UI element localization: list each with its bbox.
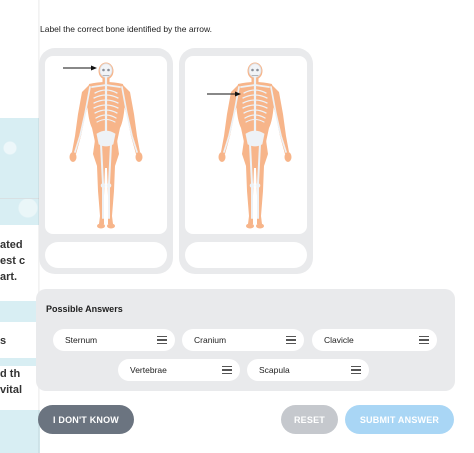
background-text: est c: [0, 255, 26, 267]
question-modal: Label the correct bone identified by the…: [36, 0, 474, 453]
background-card: ated est c art.: [0, 225, 40, 301]
answer-chip-label: Clavicle: [324, 335, 354, 345]
answer-chip-clavicle[interactable]: Clavicle: [312, 329, 437, 351]
answer-chip-label: Scapula: [259, 365, 290, 375]
arrow-indicator: [63, 65, 97, 71]
background-text: s: [0, 335, 7, 347]
answer-chip-label: Sternum: [65, 335, 98, 345]
arrow-indicator: [207, 91, 241, 97]
answer-drop-slot-1[interactable]: [45, 242, 167, 268]
answer-chip-sternum[interactable]: Sternum: [53, 329, 175, 351]
skeleton-card-1: [39, 48, 173, 274]
background-text: d th: [0, 368, 21, 380]
drag-handle-icon: [419, 336, 429, 344]
drag-handle-icon: [157, 336, 167, 344]
possible-answers-panel: Possible Answers Sternum Cranium Clavicl…: [36, 289, 455, 391]
background-text: vital: [0, 384, 23, 396]
skeleton-figure: [218, 62, 292, 229]
background-text: ated: [0, 239, 23, 251]
background-divider: [0, 198, 40, 199]
drag-handle-icon: [286, 336, 296, 344]
skeleton-figure: [69, 62, 143, 229]
answer-chip-label: Cranium: [194, 335, 227, 345]
answer-chip-label: Vertebrae: [130, 365, 167, 375]
reset-button[interactable]: RESET: [281, 405, 338, 434]
background-card: d th vital: [0, 366, 40, 410]
possible-answers-title: Possible Answers: [46, 304, 123, 314]
skeleton-illustration: [207, 62, 292, 229]
drag-handle-icon: [222, 366, 232, 374]
answer-chip-vertebrae[interactable]: Vertebrae: [118, 359, 240, 381]
drag-handle-icon: [351, 366, 361, 374]
background-card: s: [0, 322, 40, 358]
dont-know-button[interactable]: I DON'T KNOW: [38, 405, 134, 434]
answer-drop-slot-2[interactable]: [185, 242, 307, 268]
skeleton-illustration: [63, 62, 143, 229]
answer-chip-cranium[interactable]: Cranium: [182, 329, 304, 351]
background-text: art.: [0, 271, 18, 283]
submit-answer-button[interactable]: SUBMIT ANSWER: [345, 405, 454, 434]
question-prompt: Label the correct bone identified by the…: [40, 24, 212, 34]
skeleton-card-2: [179, 48, 313, 274]
skeleton-image: [185, 56, 307, 234]
answer-chip-scapula[interactable]: Scapula: [247, 359, 369, 381]
skeleton-image: [45, 56, 167, 234]
